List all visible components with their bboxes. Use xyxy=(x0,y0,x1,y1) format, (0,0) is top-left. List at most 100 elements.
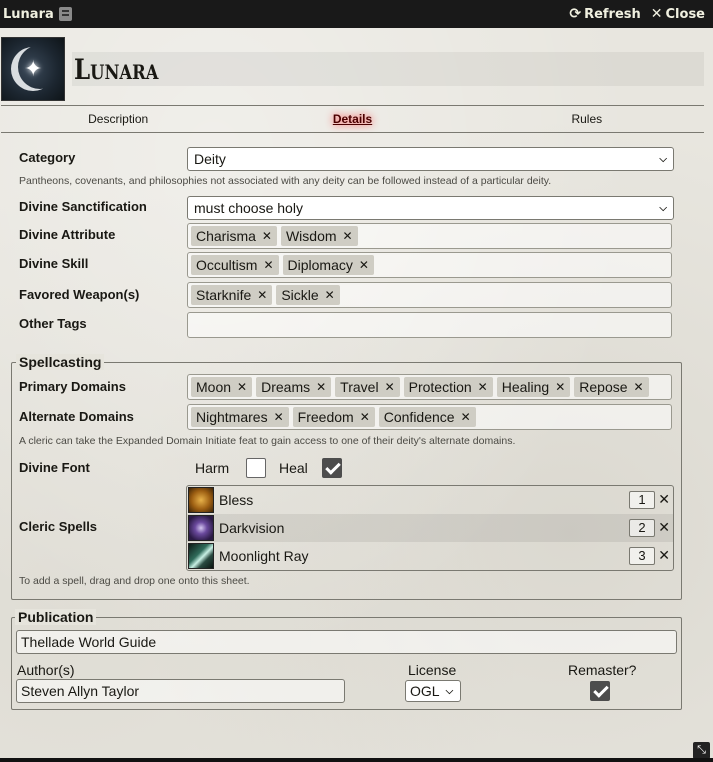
remaster-label: Remaster? xyxy=(568,662,637,678)
primary-domains-label: Primary Domains xyxy=(19,379,126,394)
journal-icon[interactable] xyxy=(58,7,72,21)
divine-skill-label: Divine Skill xyxy=(19,256,89,271)
chevron-down-icon: ⌵ xyxy=(659,153,667,165)
license-label: License xyxy=(408,662,457,678)
remove-tag-icon[interactable]: ✕ xyxy=(385,380,395,394)
remove-tag-icon[interactable]: ✕ xyxy=(263,258,273,272)
tab-description[interactable]: Description xyxy=(1,112,235,126)
publication-title-value: Thellade World Guide xyxy=(21,634,157,650)
tag-label: Freedom xyxy=(297,409,354,425)
tag-chip: Protection ✕ xyxy=(403,377,493,397)
publication-title-input[interactable]: Thellade World Guide xyxy=(16,630,677,654)
tag-chip: Diplomacy ✕ xyxy=(282,255,374,275)
divine-skill-tags[interactable]: Occultism ✕ Diplomacy ✕ xyxy=(187,252,672,278)
tag-chip: Starknife ✕ xyxy=(191,285,273,305)
chevron-down-icon: ⌵ xyxy=(659,202,667,214)
alternate-domains-label: Alternate Domains xyxy=(19,409,134,424)
remaster-checkbox[interactable] xyxy=(590,681,610,701)
tag-label: Wisdom xyxy=(285,228,337,244)
tag-label: Repose xyxy=(579,379,628,395)
window-titlebar[interactable]: Lunara ⟳ Refresh ✕ Close xyxy=(0,0,713,28)
resize-handle-icon[interactable]: ⤡ xyxy=(693,742,710,759)
spell-name[interactable]: Moonlight Ray xyxy=(219,548,309,564)
sheet-tabs: Description Details Rules xyxy=(1,105,704,133)
name-field[interactable]: Lunara xyxy=(72,52,704,86)
divine-attribute-tags[interactable]: Charisma ✕ Wisdom ✕ xyxy=(187,223,672,249)
tag-chip: Freedom ✕ xyxy=(292,407,375,427)
spell-level[interactable]: 1 xyxy=(629,491,655,509)
remove-tag-icon[interactable]: ✕ xyxy=(634,380,644,394)
tag-chip: Confidence ✕ xyxy=(378,407,476,427)
remove-tag-icon[interactable]: ✕ xyxy=(257,288,267,302)
license-select[interactable]: OGL ⌵ xyxy=(405,680,461,702)
favored-weapons-tags[interactable]: Starknife ✕ Sickle ✕ xyxy=(187,282,672,308)
sanctification-select[interactable]: must choose holy ⌵ xyxy=(187,196,674,220)
spell-level[interactable]: 3 xyxy=(629,547,655,565)
category-select[interactable]: Deity ⌵ xyxy=(187,147,674,171)
remove-tag-icon[interactable]: ✕ xyxy=(478,380,488,394)
remove-tag-icon[interactable]: ✕ xyxy=(461,410,471,424)
tag-label: Charisma xyxy=(196,228,256,244)
cleric-spells-list: Bless 1 ✕ Darkvision 2 ✕ Moonlight Ray 3… xyxy=(186,485,674,571)
remove-spell-icon[interactable]: ✕ xyxy=(658,519,670,536)
primary-domains-tags[interactable]: Moon ✕ Dreams ✕ Travel ✕ Protection ✕ Healin… xyxy=(187,374,672,400)
remove-tag-icon[interactable]: ✕ xyxy=(555,380,565,394)
authors-label: Author(s) xyxy=(17,662,75,678)
spell-row[interactable]: Bless 1 ✕ xyxy=(187,486,673,514)
remove-tag-icon[interactable]: ✕ xyxy=(262,229,272,243)
refresh-icon: ⟳ xyxy=(569,6,582,22)
tag-chip: Repose ✕ xyxy=(574,377,649,397)
remove-tag-icon[interactable]: ✕ xyxy=(237,380,247,394)
remove-tag-icon[interactable]: ✕ xyxy=(325,288,335,302)
favored-weapons-label: Favored Weapon(s) xyxy=(19,287,140,302)
spell-name[interactable]: Bless xyxy=(219,492,253,508)
other-tags-label: Other Tags xyxy=(19,316,87,331)
tag-chip: Travel ✕ xyxy=(335,377,400,397)
cleric-spells-label: Cleric Spells xyxy=(19,519,98,534)
refresh-button[interactable]: ⟳ Refresh xyxy=(569,7,640,22)
divine-attribute-label: Divine Attribute xyxy=(19,227,116,242)
tag-label: Dreams xyxy=(261,379,311,395)
remove-tag-icon[interactable]: ✕ xyxy=(274,410,284,424)
tag-label: Starknife xyxy=(196,287,252,303)
heal-checkbox[interactable] xyxy=(322,458,342,478)
refresh-label: Refresh xyxy=(584,6,641,22)
item-sheet-window: Lunara ⟳ Refresh ✕ Close ✦ Lunara Descri… xyxy=(0,0,713,762)
sanctification-value: must choose holy xyxy=(194,200,303,216)
other-tags-input[interactable] xyxy=(187,312,672,338)
remove-tag-icon[interactable]: ✕ xyxy=(359,258,369,272)
tag-label: Moon xyxy=(196,379,232,395)
remove-tag-icon[interactable]: ✕ xyxy=(360,410,370,424)
authors-input[interactable]: Steven Allyn Taylor xyxy=(16,679,345,703)
spell-row[interactable]: Darkvision 2 ✕ xyxy=(187,514,673,542)
alternate-domains-tags[interactable]: Nightmares ✕ Freedom ✕ Confidence ✕ xyxy=(187,404,672,430)
tag-chip: Charisma ✕ xyxy=(191,226,277,246)
window-title-group: Lunara xyxy=(3,7,72,22)
authors-value: Steven Allyn Taylor xyxy=(21,683,140,699)
close-label: Close xyxy=(665,6,705,22)
remove-tag-icon[interactable]: ✕ xyxy=(343,229,353,243)
remove-tag-icon[interactable]: ✕ xyxy=(316,380,326,394)
remove-spell-icon[interactable]: ✕ xyxy=(658,491,670,508)
publication-legend: Publication xyxy=(15,609,97,625)
tab-rules[interactable]: Rules xyxy=(470,112,704,126)
tag-label: Travel xyxy=(340,379,379,395)
spell-row[interactable]: Moonlight Ray 3 ✕ xyxy=(187,542,673,570)
tag-label: Protection xyxy=(408,379,472,395)
harm-checkbox[interactable] xyxy=(246,458,266,478)
spellcasting-legend: Spellcasting xyxy=(16,354,105,370)
tag-chip: Dreams ✕ xyxy=(256,377,332,397)
deity-portrait[interactable]: ✦ xyxy=(1,37,65,101)
bless-spell-icon xyxy=(188,487,214,513)
spell-name[interactable]: Darkvision xyxy=(219,520,284,536)
spell-level[interactable]: 2 xyxy=(629,519,655,537)
sanctification-label: Divine Sanctification xyxy=(19,199,147,214)
category-label: Category xyxy=(19,150,76,165)
close-button[interactable]: ✕ Close xyxy=(651,7,705,22)
tab-details[interactable]: Details xyxy=(235,112,469,126)
harm-label: Harm xyxy=(195,460,230,476)
darkvision-spell-icon xyxy=(188,515,214,541)
moonlight-ray-spell-icon xyxy=(188,543,214,569)
close-icon: ✕ xyxy=(650,6,663,22)
remove-spell-icon[interactable]: ✕ xyxy=(658,547,670,564)
